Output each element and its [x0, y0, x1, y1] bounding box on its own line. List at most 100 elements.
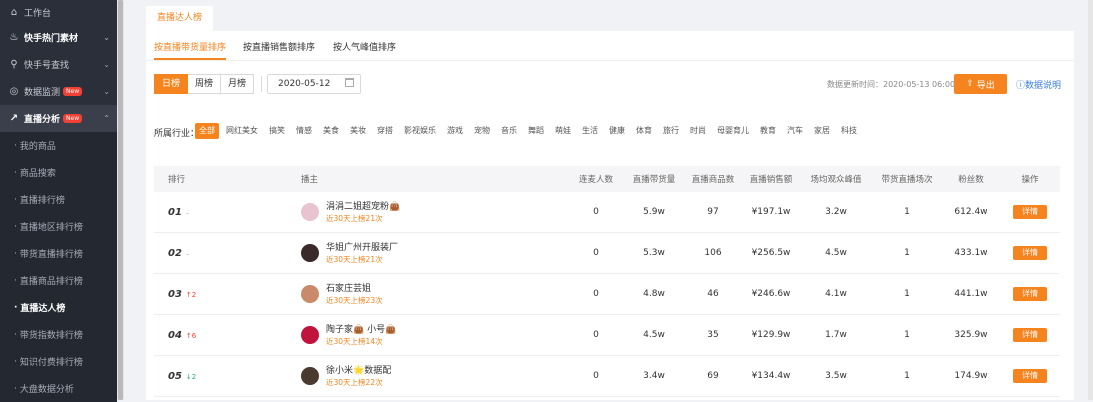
host-name[interactable]: 徐小米🌟数据配	[326, 365, 391, 377]
industry-label: 所属行业：	[154, 129, 200, 139]
sort-tabs: 按直播带货量排序 按直播销售额排序 按人气峰值排序	[146, 31, 1074, 61]
period-weekly-button[interactable]: 周榜	[188, 74, 222, 94]
host-rank-count: 近30天上榜21次	[326, 254, 383, 264]
industry-option[interactable]: 影视娱乐	[400, 123, 440, 139]
sidebar-subitem-market-analysis[interactable]: · 大盘数据分析	[0, 375, 117, 402]
industry-option[interactable]: 全部	[195, 123, 219, 139]
tab-sort-by-sales[interactable]: 按直播销售额排序	[243, 40, 315, 53]
period-monthly-button[interactable]: 月榜	[221, 74, 255, 94]
sidebar-item-label: 工作台	[24, 8, 52, 19]
peak-viewers: 1.7w	[825, 330, 847, 340]
sidebar-item-data-monitor[interactable]: ◎ 数据监测 New ⌄	[0, 78, 117, 105]
industry-option[interactable]: 科技	[837, 123, 861, 139]
sidebar-item-hot-materials[interactable]: ♨ 快手热门素材 ⌄	[0, 24, 117, 51]
calendar-icon	[345, 78, 354, 87]
industry-option[interactable]: 穿搭	[373, 123, 397, 139]
host-rank-count: 近30天上榜14次	[326, 336, 383, 346]
industry-filter: 全部 网红美女 搞笑 情感 美食 美妆 穿搭 影视娱乐 游戏 宠物 音乐 舞蹈 …	[195, 123, 864, 139]
sales-volume: 4.8w	[643, 289, 665, 299]
host-name[interactable]: 石家庄芸姐	[326, 283, 383, 295]
detail-button[interactable]: 详情	[1013, 369, 1047, 383]
sales-amount: ¥256.5w	[751, 248, 791, 258]
industry-option[interactable]: 美食	[319, 123, 343, 139]
scrollbar-thumb[interactable]	[118, 0, 123, 400]
rank-trend: –	[185, 208, 190, 217]
sidebar-item-workbench[interactable]: ⌂ 工作台	[0, 0, 117, 24]
live-sessions: 1	[904, 371, 910, 381]
detail-button[interactable]: 详情	[1013, 246, 1047, 260]
sidebar-subitem-paid-knowledge-ranking[interactable]: · 知识付费排行榜	[0, 348, 117, 375]
data-explanation-link[interactable]: ⓘ数据说明	[1016, 78, 1061, 91]
period-daily-button[interactable]: 日榜	[154, 74, 189, 94]
live-sessions: 1	[904, 207, 910, 217]
host-rank-count: 近30天上榜22次	[326, 377, 383, 387]
column-header: 操作	[1021, 175, 1039, 185]
industry-option[interactable]: 舞蹈	[524, 123, 548, 139]
date-picker[interactable]: 2020-05-12	[267, 74, 361, 94]
sidebar-submenu: · 我的商品 · 商品搜索 · 直播排行榜 · 直播地区排行榜 · 带货直播排行榜 · 直播…	[0, 132, 117, 402]
industry-option[interactable]: 宠物	[470, 123, 494, 139]
rank-cell: 01–	[154, 207, 233, 218]
host-name[interactable]: 涓涓二姐超宠粉👜	[326, 201, 400, 213]
sidebar-subitem-influencer-ranking[interactable]: · 直播达人榜	[0, 294, 117, 321]
sidebar-subitem-sales-index-ranking[interactable]: · 带货指数排行榜	[0, 321, 117, 348]
industry-option[interactable]: 美妆	[346, 123, 370, 139]
sidebar-item-label: 数据监测	[24, 88, 61, 98]
sales-volume: 4.5w	[643, 330, 665, 340]
sales-amount: ¥129.9w	[751, 330, 791, 340]
industry-option[interactable]: 母婴育儿	[713, 123, 753, 139]
sidebar-subitem-product-search[interactable]: · 商品搜索	[0, 159, 117, 186]
industry-option[interactable]: 萌娃	[551, 123, 575, 139]
industry-option[interactable]: 体育	[632, 123, 656, 139]
avatar[interactable]	[301, 326, 319, 344]
help-icon: ⓘ	[1016, 81, 1026, 91]
industry-option[interactable]: 汽车	[783, 123, 807, 139]
detail-button[interactable]: 详情	[1013, 328, 1047, 342]
host-rank-count: 近30天上榜23次	[326, 295, 383, 305]
avatar[interactable]	[301, 203, 319, 221]
industry-option[interactable]: 网红美女	[222, 123, 262, 139]
detail-button[interactable]: 详情	[1013, 205, 1047, 219]
sidebar-scrollbar[interactable]	[117, 0, 124, 400]
industry-option[interactable]: 搞笑	[265, 123, 289, 139]
sidebar-subitem-region-ranking[interactable]: · 直播地区排行榜	[0, 213, 117, 240]
industry-option[interactable]: 旅行	[659, 123, 683, 139]
industry-option[interactable]: 游戏	[443, 123, 467, 139]
avatar[interactable]	[301, 285, 319, 303]
industry-option[interactable]: 家居	[810, 123, 834, 139]
host-cell: 徐小米🌟数据配 近30天上榜22次	[233, 365, 568, 388]
action-cell: 详情	[1000, 246, 1060, 260]
rank-cell: 04 ↑6	[154, 330, 233, 341]
period-selector: 日榜 周榜 月榜	[154, 74, 255, 94]
sidebar-subitem-live-product-ranking[interactable]: · 直播商品排行榜	[0, 267, 117, 294]
sidebar-subitem-live-ranking[interactable]: · 直播排行榜	[0, 186, 117, 213]
export-button[interactable]: ⇪ 导出	[954, 74, 1007, 94]
host-cell: 涓涓二姐超宠粉👜 近30天上榜21次	[233, 201, 568, 224]
industry-option[interactable]: 教育	[756, 123, 780, 139]
rank-trend: –	[185, 249, 190, 258]
sidebar-item-label: 快手热门素材	[24, 34, 79, 44]
host-name[interactable]: 陶子家👜 小号👜	[326, 324, 396, 336]
home-icon: ⌂	[10, 6, 18, 18]
detail-button[interactable]: 详情	[1013, 287, 1047, 301]
product-count: 69	[707, 371, 719, 381]
host-name[interactable]: 华姐广州开服装厂	[326, 242, 398, 254]
industry-option[interactable]: 生活	[578, 123, 602, 139]
action-cell: 详情	[1000, 205, 1060, 219]
page-scrollbar[interactable]	[1088, 0, 1093, 400]
avatar[interactable]	[301, 367, 319, 385]
avatar[interactable]	[301, 244, 319, 262]
tab-sort-by-popularity[interactable]: 按人气峰值排序	[333, 40, 396, 53]
industry-option[interactable]: 时尚	[686, 123, 710, 139]
industry-option[interactable]: 情感	[292, 123, 316, 139]
sales-volume: 3.4w	[643, 371, 665, 381]
new-badge: New	[63, 87, 83, 96]
industry-option[interactable]: 健康	[605, 123, 629, 139]
industry-option[interactable]: 音乐	[497, 123, 521, 139]
sidebar-item-live-analysis[interactable]: ↗ 直播分析 New ⌃	[0, 105, 117, 132]
sidebar-subitem-my-products[interactable]: · 我的商品	[0, 132, 117, 159]
tab-sort-by-volume[interactable]: 按直播带货量排序	[154, 40, 227, 60]
tab-influencer-ranking[interactable]: 直播达人榜	[146, 6, 214, 31]
sidebar-item-account-search[interactable]: ⚲ 快手号查找 ⌄	[0, 51, 117, 78]
sidebar-subitem-sales-live-ranking[interactable]: · 带货直播排行榜	[0, 240, 117, 267]
